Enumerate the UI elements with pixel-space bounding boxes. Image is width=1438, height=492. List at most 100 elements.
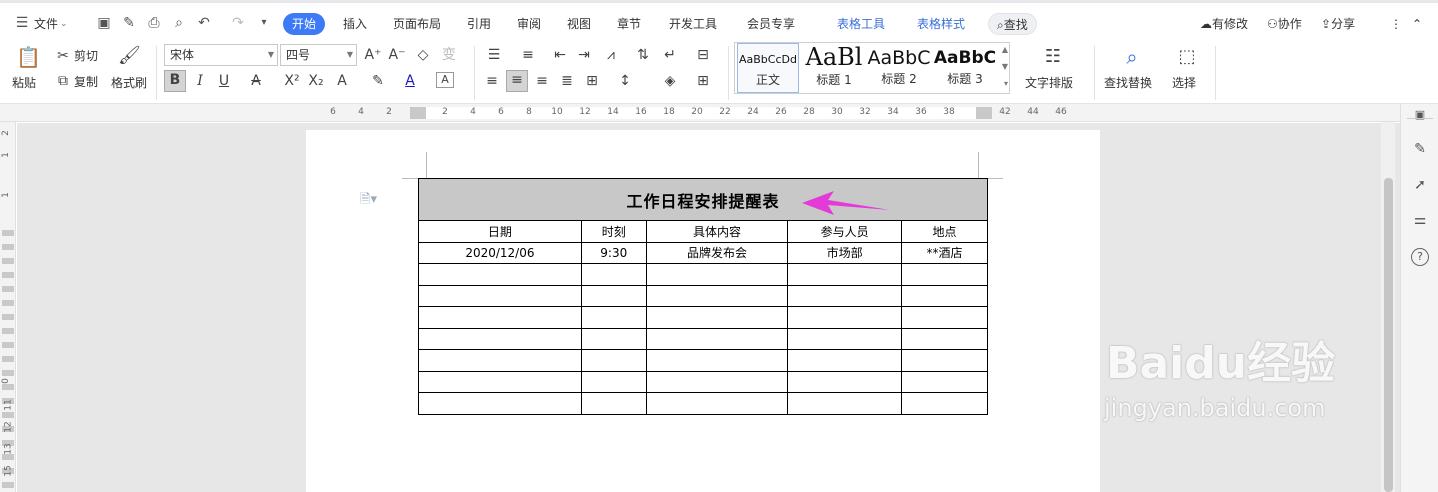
table-cell[interactable] <box>901 263 988 286</box>
style-heading-3[interactable]: AaBbC 标题 3 <box>933 43 997 93</box>
select-button[interactable]: 选择 <box>1172 74 1196 91</box>
table-cell[interactable] <box>580 349 647 372</box>
tab-developer[interactable]: 开发工具 <box>669 13 717 35</box>
borders-icon[interactable]: ⊞ <box>694 72 712 90</box>
table-cell[interactable] <box>901 327 988 350</box>
tab-view[interactable]: 视图 <box>567 13 591 35</box>
table-cell[interactable] <box>645 392 789 415</box>
menu-icon[interactable]: ☰ <box>14 15 30 31</box>
header-cell[interactable]: 参与人员 <box>787 220 903 243</box>
line-spacing-icon[interactable]: ↕ <box>616 72 634 90</box>
tab-table-style[interactable]: 表格样式 <box>917 13 965 35</box>
table-cell[interactable] <box>418 284 582 307</box>
underline-icon[interactable]: U <box>216 72 232 90</box>
numbered-list-icon[interactable]: ≡ <box>518 46 538 64</box>
pointer-icon[interactable]: ➚ <box>1411 176 1429 194</box>
table-cell[interactable] <box>787 349 903 372</box>
style-heading-1[interactable]: AaBl 标题 1 <box>803 43 865 93</box>
style-heading-2[interactable]: AaBbC 标题 2 <box>867 43 931 93</box>
scissors-icon[interactable]: ✂ <box>55 47 71 65</box>
vertical-ruler[interactable]: 2 1 1 0 11 12 13 15 <box>0 122 16 492</box>
table-cell[interactable] <box>418 349 582 372</box>
tab-member[interactable]: 会员专享 <box>747 13 795 35</box>
decrease-indent-icon[interactable]: ⇤ <box>551 46 569 64</box>
bold-icon[interactable]: B <box>164 70 186 92</box>
redo-icon[interactable]: ↷ <box>230 15 246 31</box>
undo-icon[interactable]: ↶ <box>196 15 212 31</box>
table-cell[interactable]: 品牌发布会 <box>645 241 789 264</box>
chinese-layout-icon[interactable]: ⩘ <box>601 46 621 64</box>
scrollbar-thumb[interactable] <box>1384 178 1393 492</box>
vertical-scrollbar[interactable] <box>1381 122 1395 492</box>
highlight-icon[interactable]: ✎ <box>370 72 386 90</box>
table-tools-icon[interactable]: ⊟ <box>694 46 712 64</box>
table-cell[interactable]: 2020/12/06 <box>418 241 582 264</box>
header-cell[interactable]: 日期 <box>418 220 582 243</box>
split-view-icon[interactable]: ▣ <box>1411 106 1429 124</box>
char-border-icon[interactable]: A <box>436 72 454 88</box>
bullet-list-icon[interactable]: ☰ <box>484 46 504 64</box>
strikethrough-icon[interactable]: A <box>248 72 264 90</box>
table-cell[interactable] <box>787 327 903 350</box>
subscript-icon[interactable]: X₂ <box>306 72 326 90</box>
distribute-icon[interactable]: ⊞ <box>584 72 600 90</box>
table-cell[interactable] <box>645 327 789 350</box>
text-effect-icon[interactable]: A <box>334 72 350 90</box>
collapse-icon[interactable]: ⌃ <box>1412 13 1422 35</box>
table-cell[interactable] <box>418 392 582 415</box>
tab-page-layout[interactable]: 页面布局 <box>393 13 441 35</box>
table-cell[interactable] <box>580 327 647 350</box>
table-cell[interactable] <box>580 263 647 286</box>
tab-home[interactable]: 开始 <box>283 13 326 35</box>
collab-button[interactable]: ⚇协作 <box>1267 13 1302 35</box>
table-cell[interactable] <box>645 370 789 393</box>
table-cell[interactable] <box>580 284 647 307</box>
help-icon[interactable]: ? <box>1411 248 1429 266</box>
table-cell[interactable] <box>787 284 903 307</box>
pen-icon[interactable]: ✎ <box>1411 140 1429 158</box>
file-menu[interactable]: 文件 <box>34 13 58 35</box>
table-cell[interactable] <box>901 392 988 415</box>
chevron-down-icon[interactable]: ⌄ <box>60 13 68 35</box>
table-cell[interactable] <box>580 370 647 393</box>
gallery-up-icon[interactable]: ▲ <box>1002 45 1008 54</box>
table-title[interactable]: 工作日程安排提醒表 <box>418 178 988 221</box>
tab-insert[interactable]: 插入 <box>343 13 367 35</box>
shading-icon[interactable]: ◈ <box>661 72 679 90</box>
superscript-icon[interactable]: X² <box>282 72 302 90</box>
header-cell[interactable]: 具体内容 <box>645 220 789 243</box>
search-icon[interactable]: ⌕ <box>1120 44 1144 70</box>
copy-icon[interactable]: ⧉ <box>55 72 71 90</box>
style-normal[interactable]: AaBbCcDd 正文 <box>737 43 799 93</box>
copy-button[interactable]: 复制 <box>74 73 98 90</box>
text-layout-icon[interactable]: ☷ <box>1041 44 1065 70</box>
tab-chapter[interactable]: 章节 <box>617 13 641 35</box>
brush-icon[interactable]: ✎ <box>121 15 137 31</box>
italic-icon[interactable]: I <box>192 72 208 90</box>
clear-format-icon[interactable]: ◇ <box>414 46 432 64</box>
table-cell[interactable] <box>901 284 988 307</box>
sliders-icon[interactable]: ⚌ <box>1411 211 1429 229</box>
horizontal-ruler[interactable]: 6 4 2 2 4 6 8 10 12 14 16 18 20 22 24 26… <box>0 104 1400 122</box>
table-cell[interactable] <box>418 327 582 350</box>
justify-icon[interactable]: ≣ <box>559 72 575 90</box>
share-button[interactable]: ⇪分享 <box>1321 13 1355 35</box>
print-icon[interactable]: ⎙ <box>146 15 162 31</box>
cut-button[interactable]: 剪切 <box>74 47 98 64</box>
align-left-icon[interactable]: ≡ <box>484 72 500 90</box>
table-cell[interactable] <box>645 349 789 372</box>
phonetic-icon[interactable]: 变 <box>438 46 460 64</box>
table-cell[interactable] <box>787 306 903 329</box>
font-size-select[interactable]: 四号 ▼ <box>280 44 357 66</box>
table-cell[interactable] <box>901 306 988 329</box>
more-icon[interactable]: ⋮ <box>1390 13 1402 35</box>
align-center-icon[interactable]: ≡ <box>506 70 528 92</box>
table-cell[interactable] <box>645 284 789 307</box>
table-cell[interactable] <box>787 370 903 393</box>
gallery-more-icon[interactable]: ▾ <box>1004 79 1008 88</box>
preview-icon[interactable]: ⌕ <box>171 15 187 31</box>
schedule-table[interactable]: 工作日程安排提醒表 日期 时刻 具体内容 参与人员 地点 2020/12/06 9… <box>418 178 988 415</box>
table-cell[interactable] <box>787 263 903 286</box>
tab-table-tools[interactable]: 表格工具 <box>837 13 885 35</box>
gallery-down-icon[interactable]: ▼ <box>1002 62 1008 71</box>
